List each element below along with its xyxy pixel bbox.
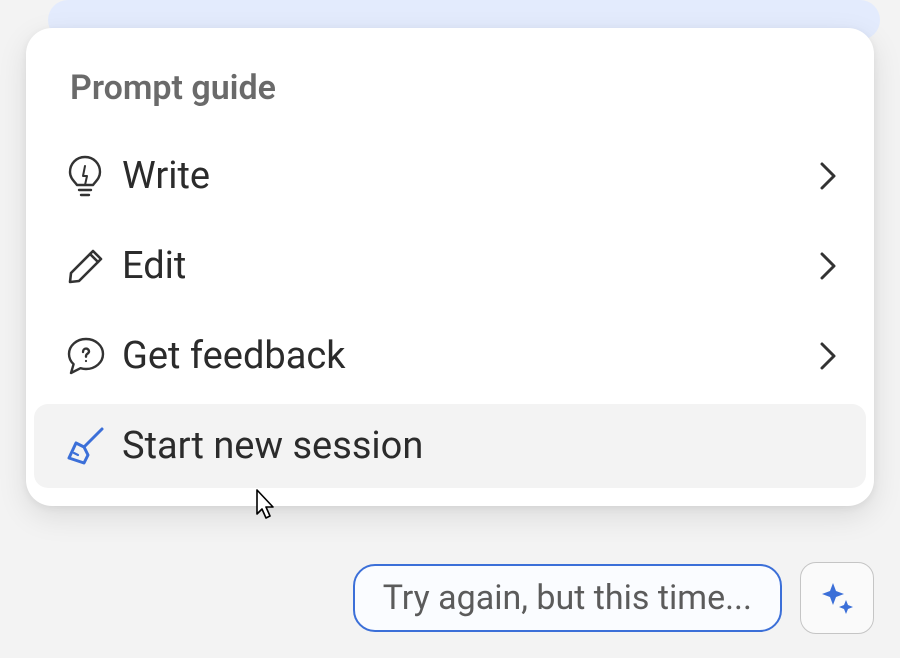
broom-icon	[66, 425, 122, 467]
menu-list: Write Edit	[26, 134, 874, 488]
menu-item-write[interactable]: Write	[34, 134, 866, 218]
menu-item-start-new-session[interactable]: Start new session	[34, 404, 866, 488]
prompt-guide-menu: Prompt guide Write	[26, 28, 874, 506]
chevron-right-icon	[798, 250, 838, 282]
lightbulb-icon	[66, 154, 122, 198]
prompt-input[interactable]: Try again, but this time...	[353, 564, 782, 632]
menu-item-label: Start new session	[122, 424, 798, 468]
sparkle-icon	[817, 578, 857, 618]
bottom-bar: Try again, but this time...	[353, 562, 874, 634]
menu-title: Prompt guide	[26, 68, 874, 128]
menu-item-get-feedback[interactable]: Get feedback	[34, 314, 866, 398]
chevron-right-icon	[798, 340, 838, 372]
menu-item-label: Edit	[122, 244, 798, 288]
menu-item-label: Write	[122, 154, 798, 198]
menu-item-label: Get feedback	[122, 334, 798, 378]
menu-item-edit[interactable]: Edit	[34, 224, 866, 308]
feedback-icon	[66, 335, 122, 377]
pencil-icon	[66, 246, 122, 286]
chevron-right-icon	[798, 160, 838, 192]
ai-generate-button[interactable]	[800, 562, 874, 634]
